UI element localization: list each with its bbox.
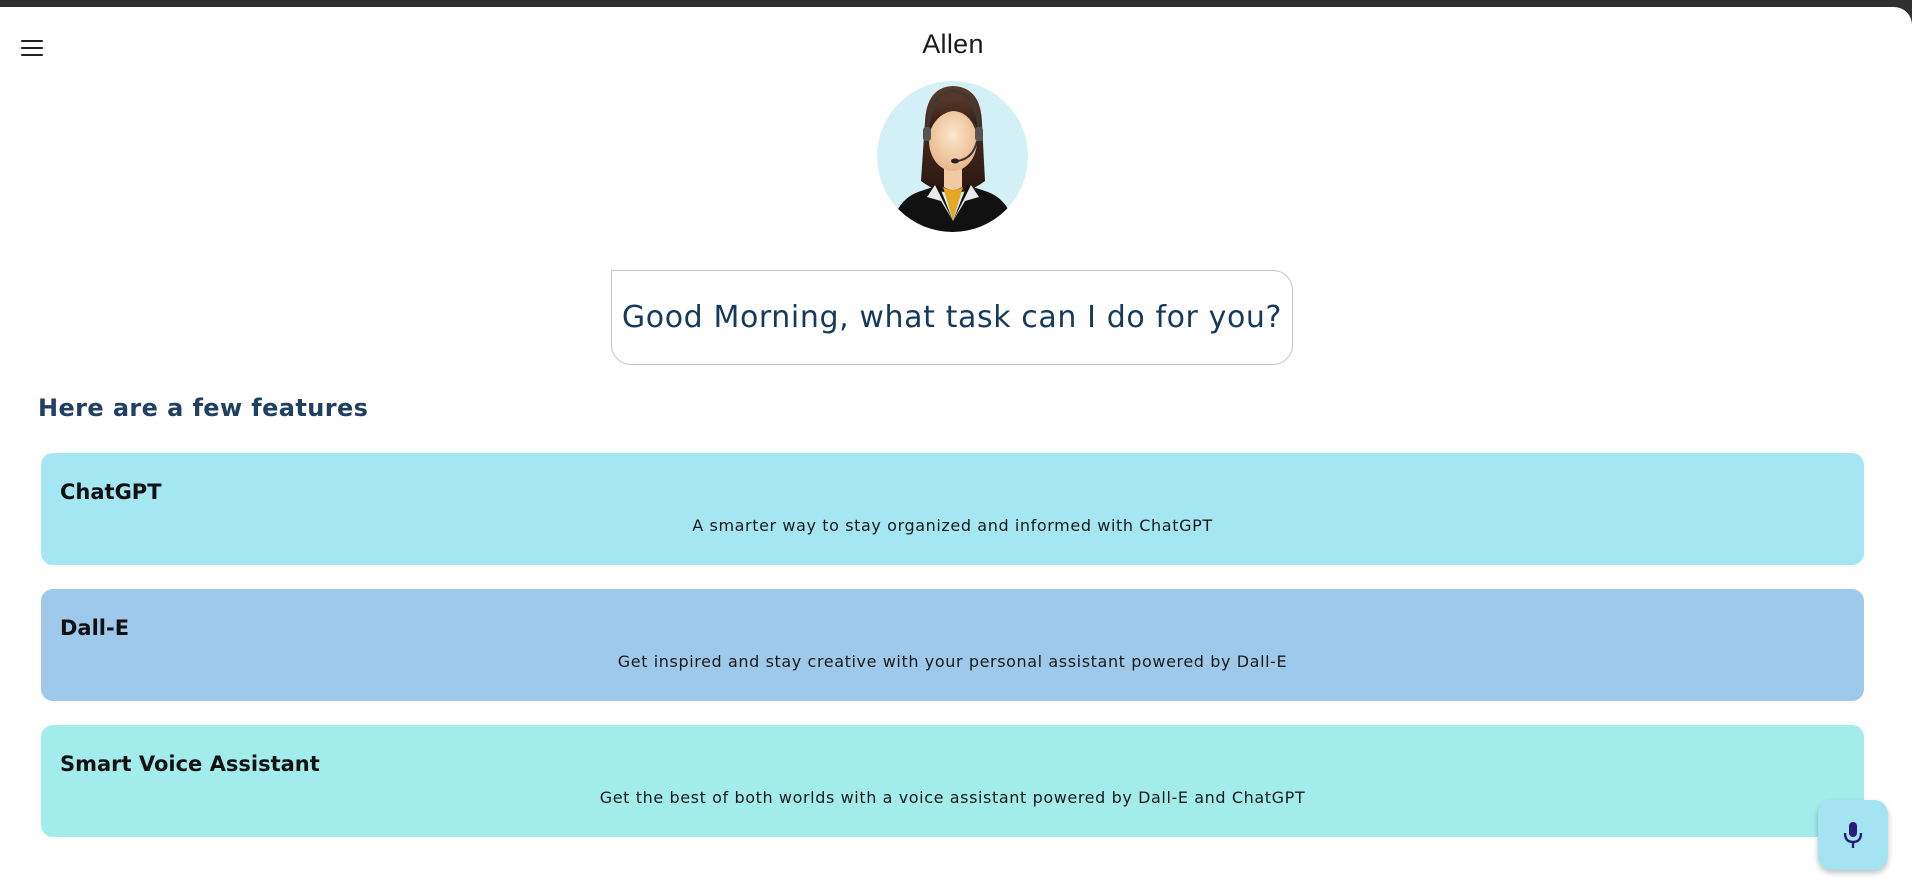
greeting-bubble: Good Morning, what task can I do for you… bbox=[611, 270, 1293, 365]
feature-card-title: ChatGPT bbox=[60, 480, 162, 504]
assistant-avatar-icon bbox=[877, 81, 1028, 232]
app-title: Allen bbox=[922, 29, 984, 59]
microphone-button[interactable] bbox=[1818, 800, 1888, 870]
feature-card-description: Get the best of both worlds with a voice… bbox=[599, 788, 1306, 807]
feature-card-title: Dall-E bbox=[60, 616, 130, 640]
feature-card-description: A smarter way to stay organized and info… bbox=[692, 516, 1213, 535]
feature-card-description: Get inspired and stay creative with your… bbox=[617, 652, 1288, 671]
microphone-icon bbox=[1843, 822, 1863, 848]
greeting-text: Good Morning, what task can I do for you… bbox=[621, 300, 1283, 335]
app-window: Allen Good Morning, what task can I do f… bbox=[0, 7, 1912, 883]
feature-card-dalle[interactable]: Dall-E Get inspired and stay creative wi… bbox=[41, 589, 1864, 701]
features-heading: Here are a few features bbox=[38, 394, 369, 422]
feature-card-smart-voice-assistant[interactable]: Smart Voice Assistant Get the best of bo… bbox=[41, 725, 1864, 837]
feature-card-chatgpt[interactable]: ChatGPT A smarter way to stay organized … bbox=[41, 453, 1864, 565]
feature-card-title: Smart Voice Assistant bbox=[60, 752, 320, 776]
